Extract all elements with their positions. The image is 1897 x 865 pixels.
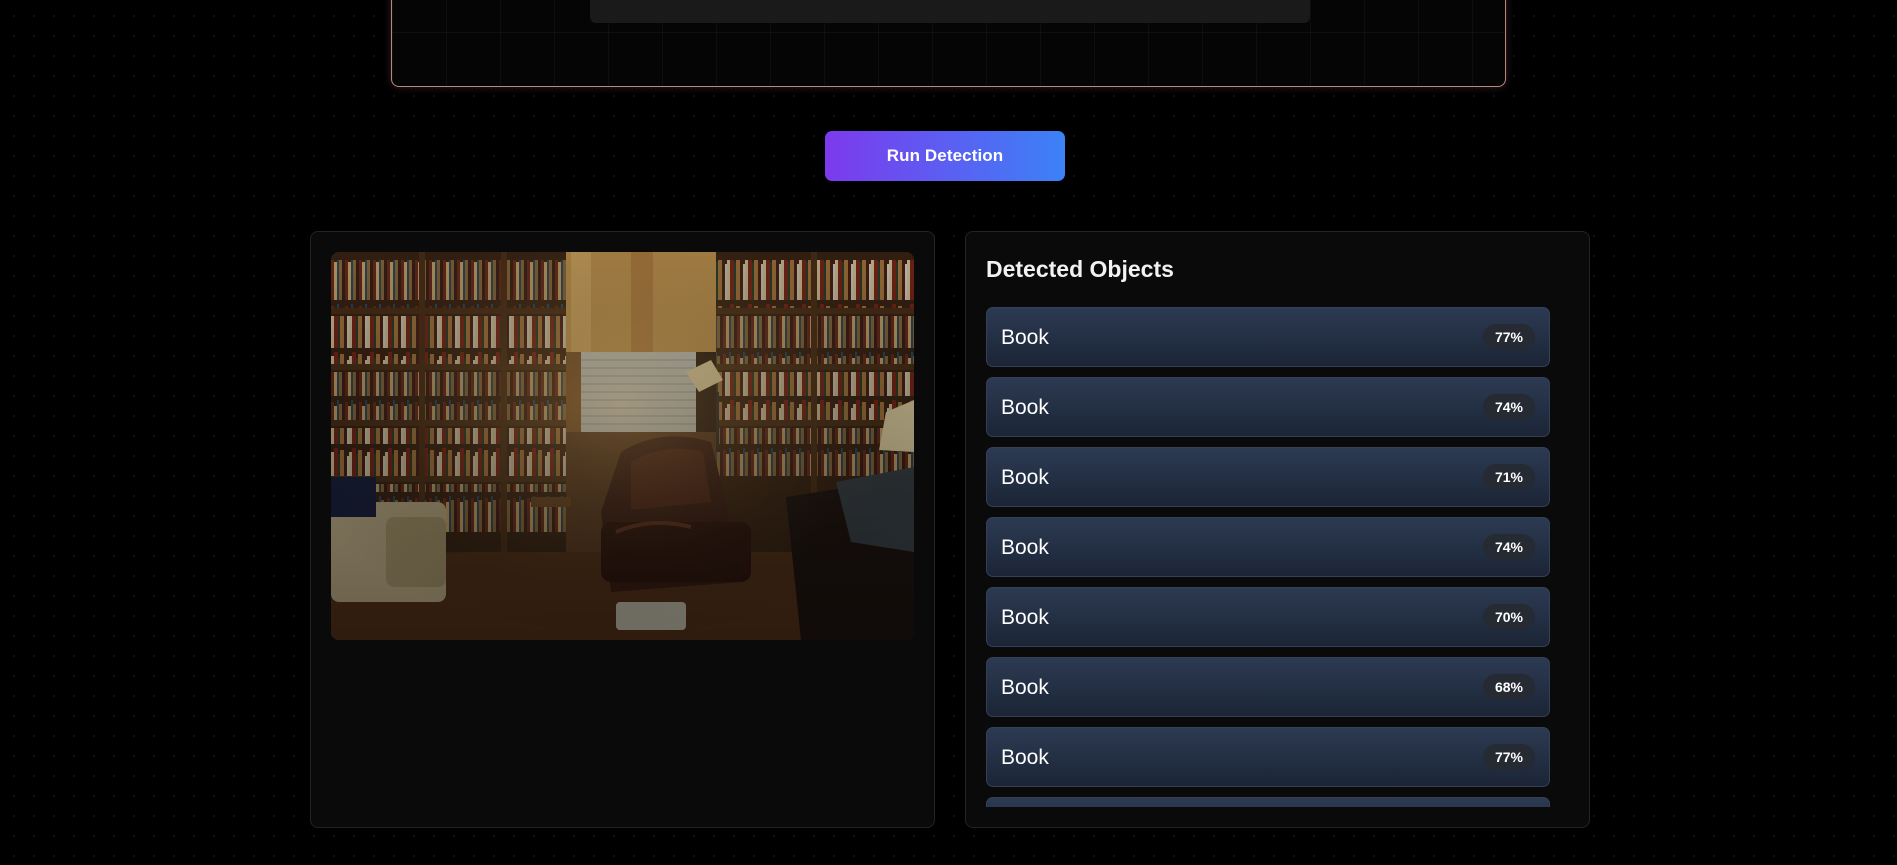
- image-preview-panel: [310, 231, 935, 828]
- list-item[interactable]: Book 77%: [986, 307, 1550, 367]
- confidence-badge: 77%: [1482, 744, 1535, 770]
- list-item[interactable]: Book 77%: [986, 727, 1550, 787]
- confidence-badge: 74%: [1482, 394, 1535, 420]
- confidence-badge: 71%: [1482, 464, 1535, 490]
- object-label: Book: [1001, 746, 1049, 769]
- object-label: Book: [1001, 606, 1049, 629]
- run-detection-button[interactable]: Run Detection: [825, 131, 1065, 181]
- upload-preview-bar: [590, 0, 1310, 23]
- object-label: Book: [1001, 326, 1049, 349]
- list-item[interactable]: Book 74%: [986, 517, 1550, 577]
- confidence-badge: 70%: [1482, 604, 1535, 630]
- confidence-badge: 77%: [1482, 324, 1535, 350]
- results-title: Detected Objects: [986, 256, 1174, 282]
- object-label: Book: [1001, 396, 1049, 419]
- list-item[interactable]: [986, 797, 1550, 807]
- list-item[interactable]: Book 70%: [986, 587, 1550, 647]
- object-label: Book: [1001, 466, 1049, 489]
- detected-objects-list[interactable]: Book 77% Book 74% Book 71% Book 74% Book…: [986, 307, 1550, 807]
- list-item[interactable]: Book 68%: [986, 657, 1550, 717]
- confidence-badge: 74%: [1482, 534, 1535, 560]
- object-label: Book: [1001, 676, 1049, 699]
- results-panel: Detected Objects Book 77% Book 74% Book …: [965, 231, 1590, 828]
- list-item[interactable]: Book 71%: [986, 447, 1550, 507]
- confidence-badge: 68%: [1482, 674, 1535, 700]
- upload-dropzone[interactable]: [391, 0, 1506, 87]
- object-label: Book: [1001, 536, 1049, 559]
- preview-image: [331, 252, 914, 640]
- list-item[interactable]: Book 74%: [986, 377, 1550, 437]
